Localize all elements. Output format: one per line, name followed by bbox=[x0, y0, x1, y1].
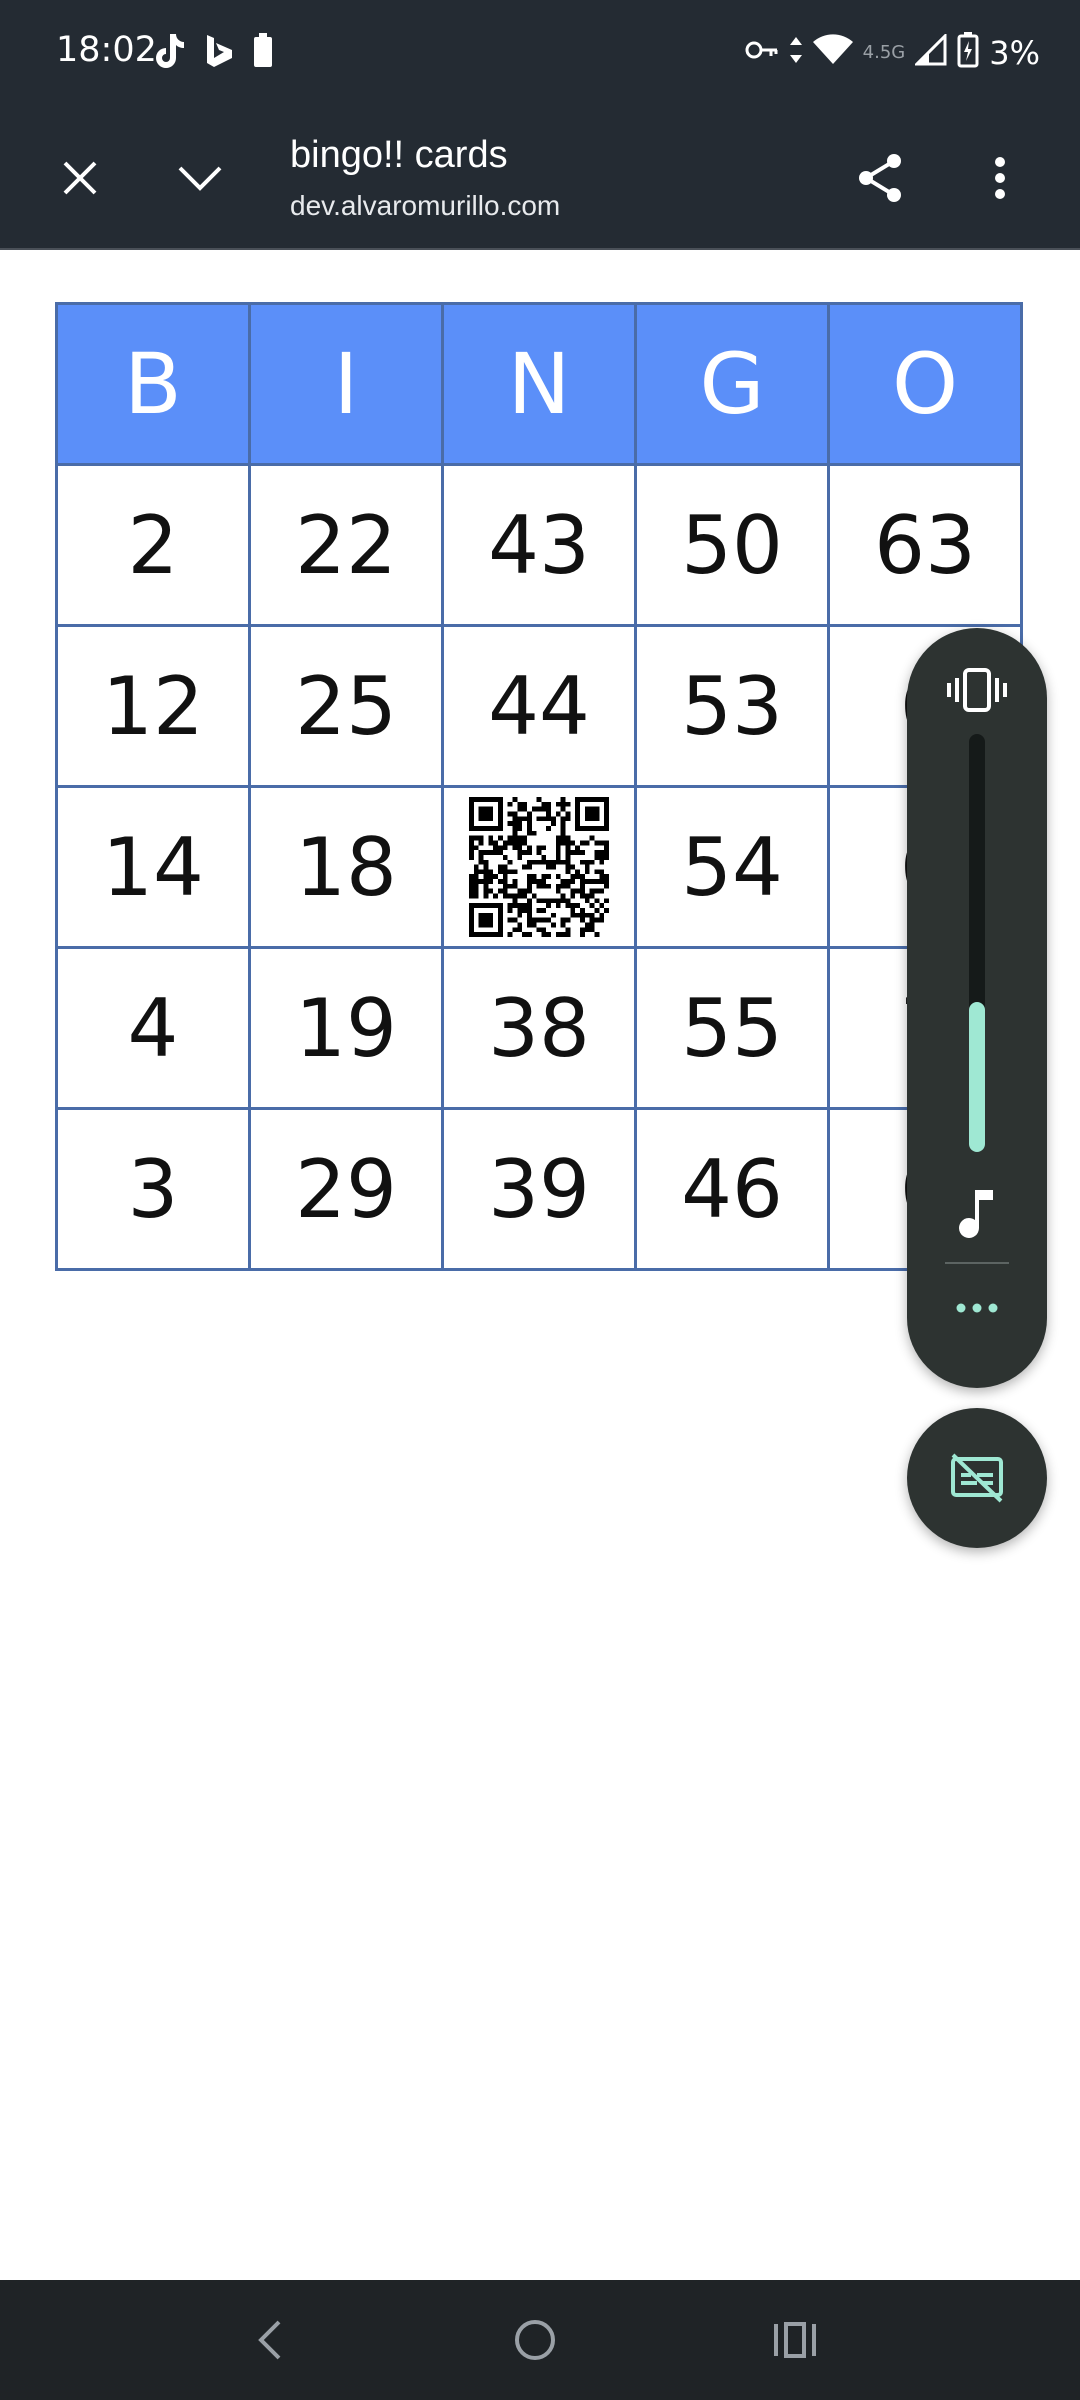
ringer-mode-button[interactable] bbox=[941, 654, 1013, 726]
bingo-row: 12 25 44 53 6 bbox=[55, 624, 1023, 788]
volume-level-fill bbox=[969, 1002, 985, 1152]
bingo-cell[interactable]: 12 bbox=[55, 624, 251, 788]
volume-settings-button[interactable] bbox=[941, 1278, 1013, 1338]
bingo-cell[interactable]: 46 bbox=[634, 1107, 830, 1271]
battery-saver-icon bbox=[252, 33, 274, 74]
bingo-header-cell: G bbox=[634, 302, 830, 466]
bingo-header-row: B I N G O bbox=[55, 302, 1023, 466]
bingo-cell[interactable]: 38 bbox=[441, 946, 637, 1110]
page-title: bingo!! cards bbox=[290, 134, 508, 176]
bingo-cell[interactable]: 44 bbox=[441, 624, 637, 788]
live-caption-button[interactable] bbox=[907, 1408, 1047, 1548]
system-icons: 4.5G 3% bbox=[745, 32, 1040, 73]
back-button[interactable] bbox=[225, 2300, 315, 2380]
more-horiz-icon bbox=[956, 1303, 998, 1313]
network-type-label: 4.5G bbox=[862, 42, 906, 63]
more-vert-icon bbox=[995, 157, 1005, 199]
custom-tab-toolbar: bingo!! cards dev.alvaromurillo.com bbox=[0, 106, 1080, 250]
bingo-cell[interactable]: 50 bbox=[634, 463, 830, 627]
bingo-cell[interactable]: 29 bbox=[248, 1107, 444, 1271]
back-icon bbox=[258, 2320, 281, 2360]
close-icon bbox=[63, 161, 97, 195]
signal-icon bbox=[913, 32, 947, 71]
bingo-header-cell: N bbox=[441, 302, 637, 466]
data-arrows-icon bbox=[789, 35, 803, 70]
recents-icon bbox=[774, 2322, 816, 2358]
bingo-cell[interactable]: 54 bbox=[634, 785, 830, 949]
bingo-cell[interactable]: 25 bbox=[248, 624, 444, 788]
volume-panel bbox=[907, 628, 1047, 1388]
tiktok-icon bbox=[152, 32, 186, 75]
wifi-icon bbox=[812, 34, 853, 71]
bingo-cell[interactable]: 4 bbox=[55, 946, 251, 1110]
bingo-cell[interactable]: 2 bbox=[55, 463, 251, 627]
close-button[interactable] bbox=[40, 138, 120, 218]
navigation-bar bbox=[0, 2280, 1080, 2400]
minimize-button[interactable] bbox=[160, 138, 240, 218]
home-icon bbox=[515, 2320, 555, 2360]
home-button[interactable] bbox=[490, 2300, 580, 2380]
bingo-cell[interactable]: 3 bbox=[55, 1107, 251, 1271]
bingo-cell[interactable]: 43 bbox=[441, 463, 637, 627]
share-button[interactable] bbox=[840, 138, 920, 218]
bingo-table: B I N G O 2 22 43 50 63 12 25 44 53 6 14… bbox=[55, 302, 1023, 1271]
media-stream-button[interactable] bbox=[947, 1178, 1007, 1248]
bingo-header-cell: B bbox=[55, 302, 251, 466]
bingo-free-cell[interactable] bbox=[441, 785, 637, 949]
bingo-cell[interactable]: 39 bbox=[441, 1107, 637, 1271]
media-volume-slider[interactable] bbox=[969, 734, 985, 1152]
bingo-card: B I N G O 2 22 43 50 63 12 25 44 53 6 14… bbox=[55, 302, 1023, 1271]
bingo-cell[interactable]: 18 bbox=[248, 785, 444, 949]
bingo-cell[interactable]: 63 bbox=[827, 463, 1023, 627]
battery-percent: 3% bbox=[989, 33, 1040, 72]
share-icon bbox=[859, 154, 901, 202]
bingo-cell[interactable]: 22 bbox=[248, 463, 444, 627]
bingo-row: 14 18 54 6 bbox=[55, 785, 1023, 949]
bingo-row: 4 19 38 55 7 bbox=[55, 946, 1023, 1110]
volume-divider bbox=[945, 1262, 1009, 1264]
bingo-row: 3 29 39 46 6 bbox=[55, 1107, 1023, 1271]
bingo-cell[interactable]: 53 bbox=[634, 624, 830, 788]
bing-icon bbox=[204, 33, 234, 74]
bingo-row: 2 22 43 50 63 bbox=[55, 463, 1023, 627]
bingo-header-cell: I bbox=[248, 302, 444, 466]
qr-code-icon bbox=[469, 797, 609, 937]
page-url[interactable]: dev.alvaromurillo.com bbox=[290, 190, 560, 222]
captions-off-icon bbox=[951, 1453, 1003, 1503]
more-options-button[interactable] bbox=[960, 138, 1040, 218]
vibrate-icon bbox=[947, 668, 1007, 712]
music-note-icon bbox=[959, 1190, 993, 1238]
status-bar: 18:02 4.5G 3% bbox=[0, 0, 1080, 106]
bingo-cell[interactable]: 14 bbox=[55, 785, 251, 949]
bingo-header-cell: O bbox=[827, 302, 1023, 466]
recents-button[interactable] bbox=[750, 2300, 840, 2380]
bingo-cell[interactable]: 19 bbox=[248, 946, 444, 1110]
chevron-down-icon bbox=[178, 166, 222, 191]
notification-icons bbox=[152, 32, 274, 75]
vpn-key-icon bbox=[745, 38, 779, 67]
battery-charging-icon bbox=[957, 32, 979, 73]
bingo-cell[interactable]: 55 bbox=[634, 946, 830, 1110]
status-time: 18:02 bbox=[56, 30, 157, 70]
